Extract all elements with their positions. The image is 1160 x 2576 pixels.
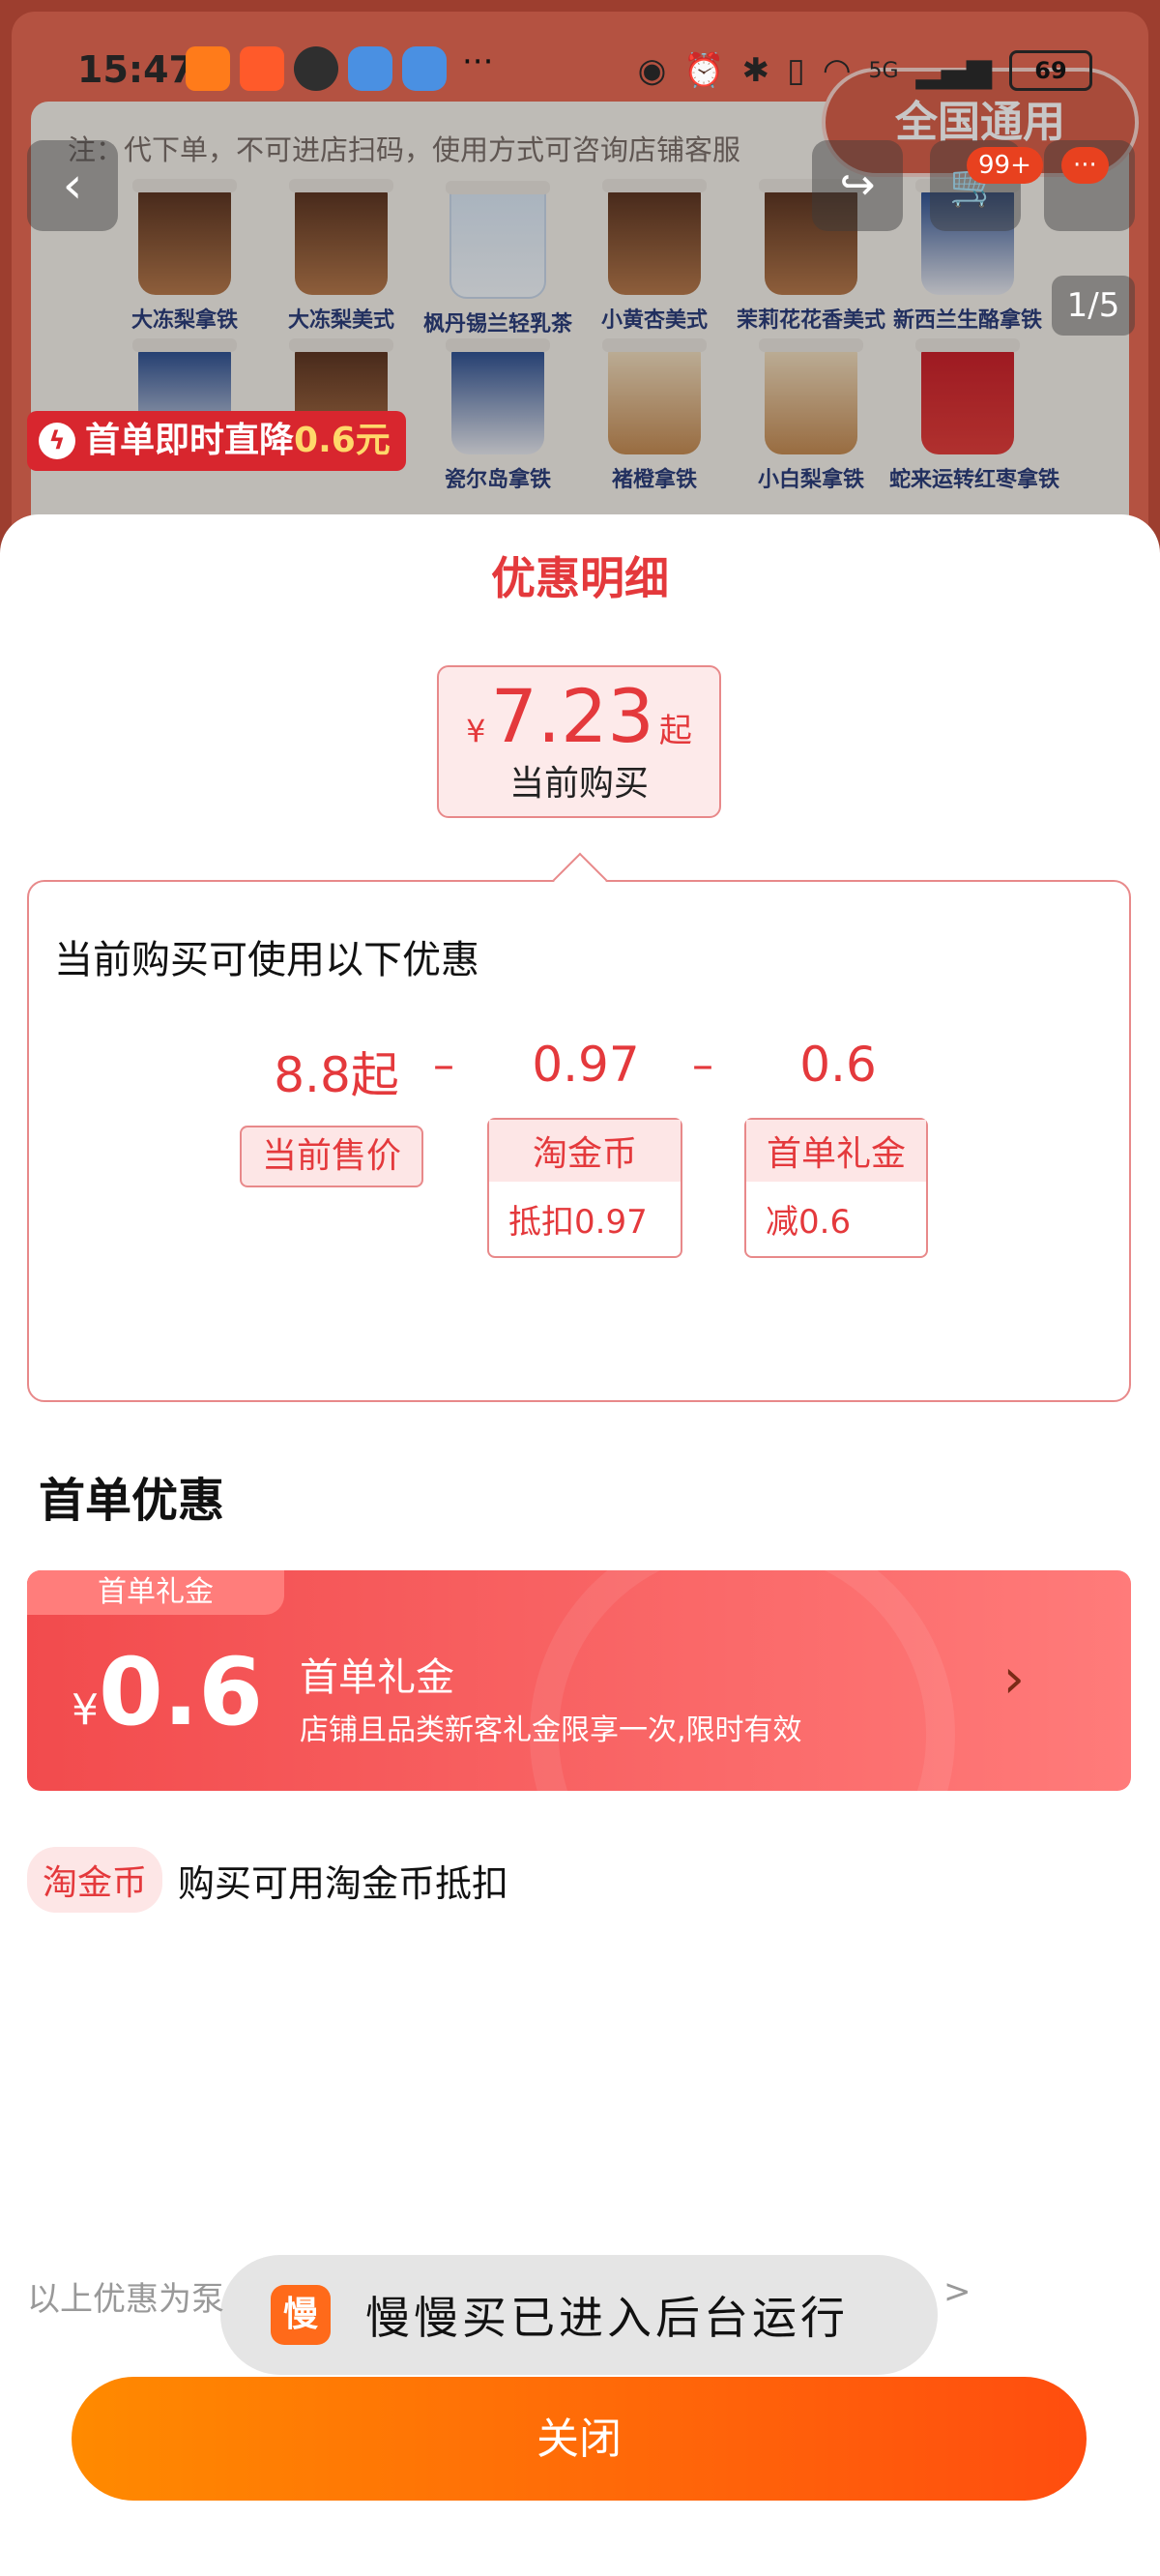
tag-current-price: 当前售价 — [240, 1126, 423, 1187]
section-title-first-order: 首单优惠 — [39, 1474, 225, 1528]
coin-text: 购买可用淘金币抵扣 — [178, 1861, 509, 1905]
more-badge: ··· — [1061, 147, 1109, 184]
vibrate-icon: ▯ — [787, 51, 805, 90]
first-order-coupon[interactable]: 首单礼金 ¥0.6 首单礼金 店铺且品类新客礼金限享一次,限时有效 › — [27, 1570, 1131, 1791]
image-pager: 1/5 — [1052, 276, 1135, 336]
callout-notch — [552, 852, 608, 908]
network-label: 5G — [868, 58, 899, 83]
status-icons: ◉ ⏰ ✱ ▯ ◠ 5G ▂▄▆ 69 — [638, 50, 1092, 91]
tag-taobao-coins: 淘金币 抵扣0.97 — [487, 1118, 682, 1258]
current-price: ¥ 7.23 起 — [466, 673, 692, 759]
eye-icon: ◉ — [637, 51, 667, 90]
close-button[interactable]: 关闭 — [72, 2377, 1087, 2501]
breakdown-heading: 当前购买可使用以下优惠 — [54, 938, 479, 982]
current-price-box: ¥ 7.23 起 当前购买 — [437, 665, 721, 818]
minus-sign: – — [692, 1040, 713, 1090]
chevron-right-icon[interactable]: › — [1003, 1648, 1025, 1711]
coupon-description: 店铺且品类新客礼金限享一次,限时有效 — [300, 1713, 802, 1747]
current-price-label: 当前购买 — [508, 764, 649, 804]
tag-first-order-gift: 首单礼金 减0.6 — [744, 1118, 928, 1258]
message-icon — [348, 46, 392, 91]
app-icon-smzdm — [186, 46, 230, 91]
back-icon[interactable]: ‹ — [27, 140, 118, 231]
coin-chip: 淘金币 — [27, 1847, 163, 1913]
app-icon-manmanmai — [240, 46, 284, 91]
coupon-tab: 首单礼金 — [27, 1570, 284, 1615]
status-bar: 15:47 ··· ◉ ⏰ ✱ ▯ ◠ 5G ▂▄▆ 69 — [0, 39, 1160, 106]
footnote-arrow-icon[interactable]: > — [943, 2272, 972, 2311]
sheet-title: 优惠明细 — [491, 552, 669, 604]
discount-breakdown-card: 当前购买可使用以下优惠 8.8起 当前售价 – 0.97 淘金币 抵扣0.97 … — [27, 852, 1131, 1402]
lightning-icon: ϟ — [39, 423, 75, 459]
manmanmai-logo-icon: 慢 — [271, 2285, 331, 2345]
breakdown-item-price: 8.8起 — [274, 1047, 399, 1103]
coupon-watermark — [530, 1570, 955, 1791]
alarm-icon: ⏰ — [683, 51, 725, 90]
message-icon — [402, 46, 447, 91]
cart-badge: 99+ — [967, 147, 1043, 184]
more-notifications-icon: ··· — [462, 43, 494, 81]
first-order-discount-tag: ϟ 首单即时直降0.6元 — [27, 411, 406, 471]
wechat-icon — [294, 46, 338, 91]
product-page-background: 注：代下单，不可进店扫码，使用方式可咨询店铺客服 大冻梨拿铁 大冻梨美式 枫丹锡… — [0, 0, 1160, 580]
discount-footnote[interactable]: 以上优惠为泵 — [27, 2272, 224, 2320]
signal-icon: ▂▄▆ — [915, 51, 992, 90]
coin-info-row: 淘金币 购买可用淘金币抵扣 — [27, 1847, 508, 1913]
minus-sign: – — [433, 1040, 454, 1090]
coupon-name: 首单礼金 — [300, 1655, 454, 1700]
breakdown-item-coins: 0.97 — [532, 1037, 640, 1093]
share-icon[interactable]: ↪ — [812, 140, 903, 231]
background-run-toast: 慢 慢慢买已进入后台运行 — [220, 2255, 938, 2375]
bluetooth-icon: ✱ — [741, 51, 770, 90]
status-time: 15:47 — [77, 48, 194, 91]
toast-message: 慢慢买已进入后台运行 — [365, 2292, 849, 2344]
battery-icon: 69 — [1009, 50, 1092, 91]
wifi-icon: ◠ — [822, 51, 852, 90]
coupon-amount: ¥0.6 — [72, 1638, 264, 1746]
breakdown-item-gift: 0.6 — [799, 1037, 877, 1093]
